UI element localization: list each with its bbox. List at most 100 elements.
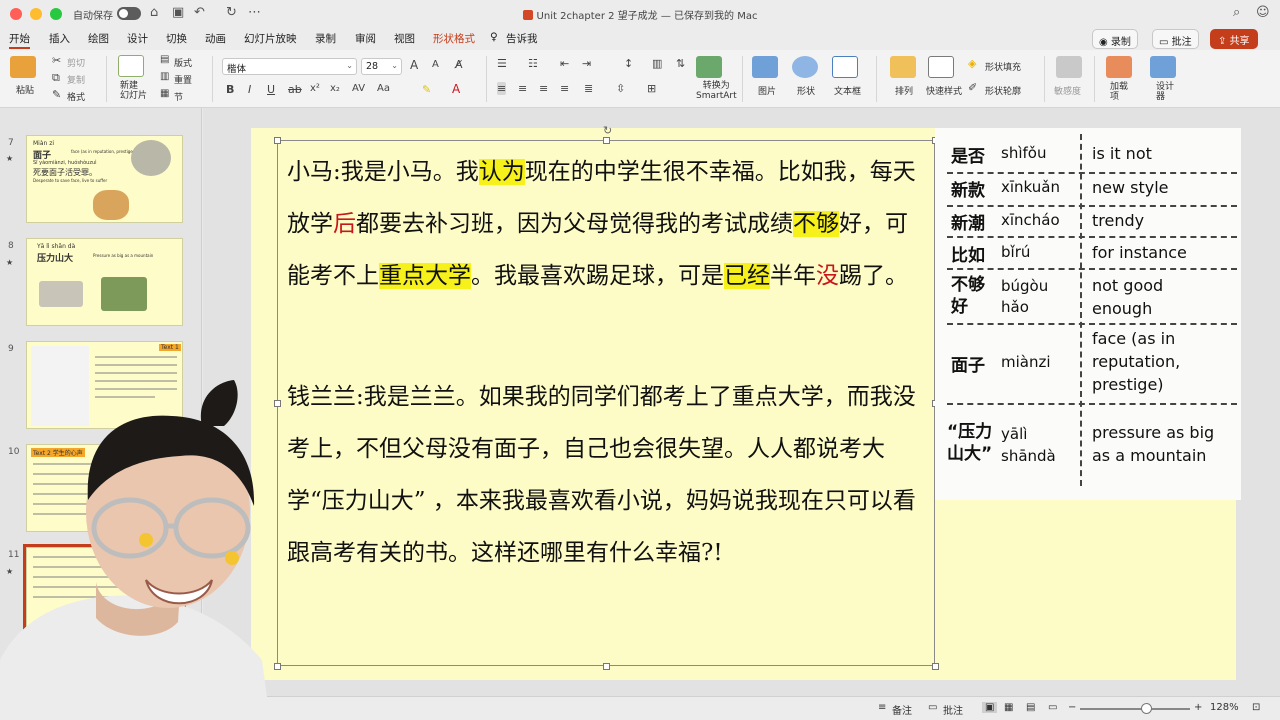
copy-button[interactable]: 复制	[67, 73, 85, 86]
decrease-font-icon[interactable]: A	[432, 59, 439, 70]
addins-button[interactable]: 加载 项	[1110, 82, 1128, 102]
tab-animations[interactable]: 动画	[205, 31, 226, 46]
highlight-icon[interactable]: ✎	[422, 83, 431, 96]
cut-button[interactable]: 剪切	[67, 56, 85, 69]
paste-button[interactable]: 粘贴	[16, 83, 34, 96]
align-center-icon[interactable]: ≡	[518, 82, 527, 95]
cut-icon[interactable]: ✂	[52, 54, 61, 67]
rotate-handle-icon[interactable]: ↻	[603, 124, 612, 137]
account-icon[interactable]: ☺	[1256, 5, 1270, 20]
picture-button[interactable]: 图片	[758, 84, 776, 97]
shape-icon[interactable]	[792, 56, 818, 78]
slide-thumbnail-8[interactable]: Yā lì shān dà 压力山大 Pressure as big as a …	[26, 238, 183, 326]
subscript-icon[interactable]: x₂	[330, 83, 340, 94]
clear-format-icon[interactable]: A̸	[455, 58, 463, 71]
new-slide-button[interactable]: 新建 幻灯片	[120, 81, 147, 101]
slideshow-icon[interactable]: ▭	[1048, 702, 1057, 713]
decrease-indent-icon[interactable]: ⇤	[560, 57, 569, 70]
textbox-icon[interactable]	[832, 56, 858, 78]
numbering-icon[interactable]: ☷	[528, 57, 538, 70]
resize-handle[interactable]	[274, 137, 281, 144]
designer-icon[interactable]	[1150, 56, 1176, 78]
shape-outline-button[interactable]: 形状轮廓	[985, 84, 1021, 97]
text-box[interactable]: ↻ 小马:我是小马。我认为现在的中学生很不幸福。比如我，每天放学后都要去补习班，…	[274, 124, 939, 670]
arrange-button[interactable]: 排列	[895, 84, 913, 97]
section-icon[interactable]: ▦	[160, 88, 169, 99]
reset-icon[interactable]: ▥	[160, 71, 169, 82]
paragraph-xiaoma[interactable]: 小马:我是小马。我认为现在的中学生很不幸福。比如我，每天放学后都要去补习班，因为…	[287, 146, 927, 302]
comments-status-button[interactable]: 批注	[943, 702, 963, 717]
zoom-out-icon[interactable]: −	[1068, 702, 1076, 713]
layout-icon[interactable]: ▤	[160, 54, 169, 65]
section-button[interactable]: 节	[174, 90, 183, 103]
normal-view-icon[interactable]: ▣	[982, 702, 998, 713]
justify-icon[interactable]: ≡	[560, 82, 569, 95]
zoom-in-icon[interactable]: +	[1194, 702, 1202, 713]
change-case-icon[interactable]: Aa	[377, 83, 390, 94]
notes-button[interactable]: 备注	[892, 702, 912, 717]
paste-icon[interactable]	[10, 56, 36, 78]
align-right-icon[interactable]: ≡	[539, 82, 548, 95]
layout-button[interactable]: 版式	[174, 56, 192, 69]
zoom-level[interactable]: 128%	[1210, 702, 1239, 713]
text-box-margin-icon[interactable]: ⊞	[647, 82, 656, 95]
resize-handle[interactable]	[603, 663, 610, 670]
paragraph-qianlanlan[interactable]: 钱兰兰:我是兰兰。如果我的同学们都考上了重点大学，而我没考上，不但父母没有面子，…	[287, 371, 927, 579]
tab-insert[interactable]: 插入	[49, 31, 70, 46]
arrange-icon[interactable]	[890, 56, 916, 78]
tab-view[interactable]: 视图	[394, 31, 415, 46]
strikethrough-icon[interactable]: ab	[288, 83, 302, 96]
resize-handle[interactable]	[603, 137, 610, 144]
new-slide-icon[interactable]	[118, 55, 144, 77]
slide-sorter-icon[interactable]: ▦	[1004, 702, 1013, 713]
convert-smartart-button[interactable]: 转换为 SmartArt	[696, 81, 737, 101]
reading-view-icon[interactable]: ▤	[1026, 702, 1035, 713]
char-spacing-icon[interactable]: AV	[352, 83, 365, 94]
bold-icon[interactable]: B	[226, 83, 234, 96]
tab-tell-me[interactable]: 告诉我	[506, 31, 538, 46]
tab-record[interactable]: 录制	[315, 31, 336, 46]
sensitivity-icon[interactable]	[1056, 56, 1082, 78]
tab-home[interactable]: 开始	[9, 31, 30, 49]
tab-transitions[interactable]: 切换	[166, 31, 187, 46]
slide-thumbnail-9[interactable]: Text 1	[26, 341, 183, 429]
font-size-select[interactable]: 28 ⌄	[361, 58, 402, 75]
search-icon[interactable]: ⌕	[1233, 5, 1240, 20]
align-left-icon[interactable]: ≡	[497, 82, 507, 95]
tab-review[interactable]: 审阅	[355, 31, 376, 46]
slide-thumbnail-10[interactable]: Text 2 学生的心声	[26, 444, 183, 532]
paint-bucket-icon[interactable]: ◈	[968, 57, 976, 70]
tab-draw[interactable]: 绘图	[88, 31, 109, 46]
fit-slide-icon[interactable]: ⊡	[1252, 702, 1260, 713]
shape-button[interactable]: 形状	[797, 84, 815, 97]
format-painter-icon[interactable]: ✎	[52, 88, 61, 101]
record-button[interactable]: ◉ 录制	[1092, 29, 1138, 49]
tab-slideshow[interactable]: 幻灯片放映	[244, 31, 297, 46]
share-button[interactable]: ⇪ 共享	[1210, 29, 1258, 49]
resize-handle[interactable]	[932, 663, 939, 670]
quick-styles-icon[interactable]	[928, 56, 954, 78]
underline-icon[interactable]: U	[267, 83, 275, 96]
text-direction-icon[interactable]: ⇅	[676, 57, 685, 70]
zoom-slider-thumb[interactable]	[1141, 703, 1152, 714]
line-spacing-icon[interactable]: ↕	[624, 57, 633, 70]
increase-font-icon[interactable]: A	[410, 58, 418, 72]
slide-thumbnail-7[interactable]: Miàn zi 面子 face (as in reputation, prest…	[26, 135, 183, 223]
italic-icon[interactable]: I	[248, 83, 251, 96]
increase-indent-icon[interactable]: ⇥	[582, 57, 591, 70]
picture-icon[interactable]	[752, 56, 778, 78]
superscript-icon[interactable]: x²	[310, 83, 320, 94]
sensitivity-button[interactable]: 敏感度	[1054, 84, 1081, 97]
addins-icon[interactable]	[1106, 56, 1132, 78]
tab-shape-format[interactable]: 形状格式	[433, 31, 475, 46]
reset-button[interactable]: 重置	[174, 73, 192, 86]
textbox-button[interactable]: 文本框	[834, 84, 861, 97]
comments-button[interactable]: ▭ 批注	[1152, 29, 1199, 49]
tab-design[interactable]: 设计	[127, 31, 148, 46]
quick-styles-button[interactable]: 快速样式	[926, 84, 962, 97]
align-text-icon[interactable]: ⇳	[616, 82, 625, 95]
bullets-icon[interactable]: ☰	[497, 57, 507, 70]
shape-fill-button[interactable]: 形状填充	[985, 60, 1021, 73]
pen-outline-icon[interactable]: ✐	[968, 81, 977, 94]
copy-icon[interactable]: ⧉	[52, 71, 60, 85]
